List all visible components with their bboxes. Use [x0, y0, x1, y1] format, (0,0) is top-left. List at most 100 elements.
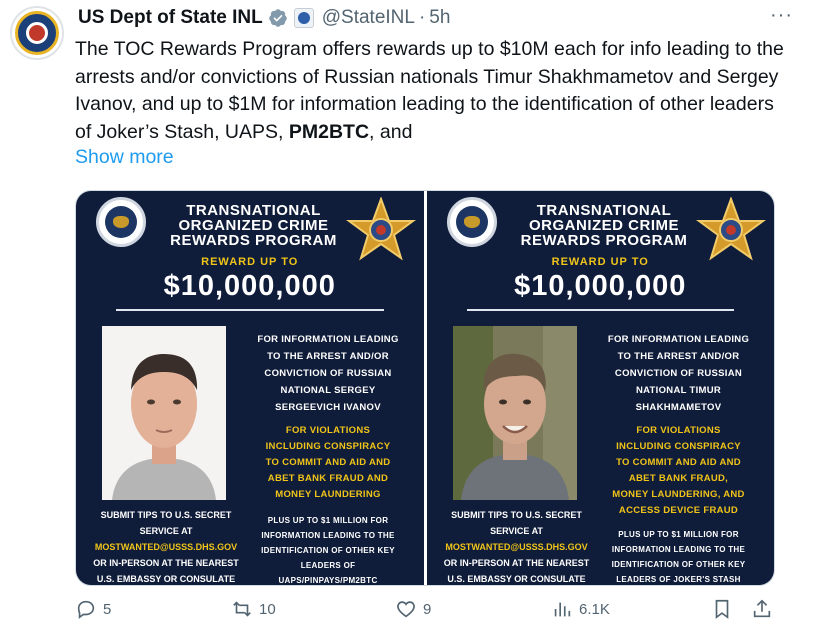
suspect-photo-ivanov [102, 326, 226, 500]
violations-text: FOR VIOLATIONS INCLUDING CONSPIRACY TO C… [587, 423, 771, 519]
tweet-header: US Dept of State INL @StateINL · 5h ··· [78, 4, 793, 32]
plus-line: LEADERS OF JOKER'S STASH [616, 575, 741, 584]
violations-text: FOR VIOLATIONS INCLUDING CONSPIRACY TO C… [236, 423, 420, 503]
like-button[interactable]: 9 [395, 598, 431, 620]
secret-service-star-icon [696, 197, 766, 261]
info-line: SHAKHMAMETOV [635, 402, 722, 413]
violation-line: ABET BANK FRAUD, [628, 473, 729, 484]
violation-line: TO COMMIT AND AID AND [616, 457, 741, 468]
plus-reward-text: PLUS UP TO $1 MILLION FOR INFORMATION LE… [587, 527, 771, 585]
suspect-photo-shakhmametov [452, 326, 577, 500]
poster-title-line: REWARDS PROGRAM [170, 232, 337, 249]
plus-line: INFORMATION LEADING TO THE [611, 545, 746, 554]
violation-line: FOR VIOLATIONS [285, 425, 371, 436]
tips-email: MOSTWANTED@USSS.DHS.GOV [94, 542, 238, 552]
media-grid: TRANSNATIONAL ORGANIZED CRIME REWARDS PR… [75, 190, 775, 586]
plus-reward-text: PLUS UP TO $1 MILLION FOR INFORMATION LE… [236, 513, 420, 585]
heart-icon [397, 601, 415, 618]
poster-title-line: ORGANIZED CRIME [178, 217, 329, 234]
reply-count: 5 [103, 600, 112, 618]
tips-line: SERVICE AT [490, 526, 543, 536]
violation-line: FOR VIOLATIONS [636, 425, 721, 436]
info-line: TO THE ARREST AND/OR [617, 351, 740, 362]
tweet-text-main: The TOC Rewards Program offers rewards u… [75, 38, 784, 143]
info-line: FOR INFORMATION LEADING [257, 334, 399, 345]
poster-title-line: ORGANIZED CRIME [529, 217, 679, 234]
info-line: FOR INFORMATION LEADING [607, 334, 750, 345]
poster-title: TRANSNATIONAL ORGANIZED CRIME REWARDS PR… [166, 203, 341, 248]
violation-line: TO COMMIT AND AID AND [265, 457, 391, 468]
info-text: FOR INFORMATION LEADING TO THE ARREST AN… [587, 331, 771, 416]
share-icon [753, 599, 771, 618]
poster-title: TRANSNATIONAL ORGANIZED CRIME REWARDS PR… [517, 203, 692, 248]
tips-text: SUBMIT TIPS TO U.S. SECRET SERVICE AT MO… [86, 507, 246, 585]
divider [116, 309, 384, 311]
info-text: FOR INFORMATION LEADING TO THE ARREST AN… [236, 331, 420, 416]
reward-amount: $10,000,000 [514, 270, 687, 302]
violation-line: INCLUDING CONSPIRACY [616, 441, 741, 452]
tips-line: SERVICE AT [139, 526, 193, 536]
views-chart-icon [554, 602, 571, 617]
tips-line: SUBMIT TIPS TO U.S. SECRET [451, 510, 582, 520]
tips-line: U.S. EMBASSY OR CONSULATE [96, 574, 236, 584]
views-button[interactable]: 6.1K [551, 598, 610, 620]
more-options-icon[interactable]: ··· [770, 4, 793, 27]
info-line: CONVICTION OF RUSSIAN [264, 368, 392, 379]
tweet-text-bold: PM2BTC [288, 120, 370, 143]
state-department-seal-icon [446, 197, 497, 247]
tips-line: SUBMIT TIPS TO U.S. SECRET [100, 510, 232, 520]
poster-title-line: TRANSNATIONAL [186, 202, 321, 219]
bookmark-icon [715, 599, 729, 619]
tweet-text-tail: , and [369, 120, 413, 143]
show-more-link[interactable]: Show more [75, 146, 174, 169]
violation-line: ACCESS DEVICE FRAUD [618, 505, 739, 516]
tweet-actions: 5 10 9 6.1K [75, 598, 787, 628]
plus-line: PLUS UP TO $1 MILLION FOR [267, 516, 389, 525]
reward-poster-shakhmametov[interactable]: TRANSNATIONAL ORGANIZED CRIME REWARDS PR… [426, 191, 774, 585]
reward-poster-ivanov[interactable]: TRANSNATIONAL ORGANIZED CRIME REWARDS PR… [76, 191, 424, 585]
tips-email: MOSTWANTED@USSS.DHS.GOV [445, 542, 588, 552]
share-button[interactable] [751, 598, 773, 620]
info-line: TO THE ARREST AND/OR [267, 351, 389, 362]
verified-badge-icon[interactable] [268, 8, 288, 28]
avatar[interactable] [10, 6, 64, 60]
repost-icon [233, 601, 251, 617]
reward-up-to-label: REWARD UP TO [201, 256, 299, 268]
timestamp[interactable]: 5h [429, 7, 450, 29]
author-handle[interactable]: @StateINL [322, 7, 415, 29]
info-line: SERGEEVICH IVANOV [275, 402, 381, 413]
state-department-seal-icon [96, 197, 146, 247]
tips-line: U.S. EMBASSY OR CONSULATE [447, 574, 586, 584]
info-line: NATIONAL SERGEY [280, 385, 376, 396]
plus-line: UAPS/PINPAYS/PM2BTC [278, 576, 378, 585]
like-count: 9 [423, 600, 432, 618]
affiliation-badge-icon[interactable] [293, 8, 314, 28]
plus-line: PLUS UP TO $1 MILLION FOR [618, 530, 739, 539]
violation-line: MONEY LAUNDERING, AND [612, 489, 745, 500]
bookmark-button[interactable] [711, 598, 733, 620]
secret-service-star-icon [345, 197, 416, 261]
reply-button[interactable]: 5 [75, 598, 111, 620]
author-name[interactable]: US Dept of State INL [78, 7, 263, 29]
repost-count: 10 [259, 600, 276, 618]
plus-line: LEADERS OF [300, 561, 356, 570]
poster-title-line: TRANSNATIONAL [536, 202, 672, 219]
tips-text: SUBMIT TIPS TO U.S. SECRET SERVICE AT MO… [437, 507, 597, 585]
plus-line: IDENTIFICATION OF OTHER KEY [261, 546, 395, 555]
violation-line: ABET BANK FRAUD AND [267, 473, 389, 484]
divider [466, 309, 734, 311]
violation-line: MONEY LAUNDERING [275, 489, 381, 500]
separator-dot: · [418, 7, 426, 28]
poster-title-line: REWARDS PROGRAM [520, 232, 688, 249]
tips-line: OR IN-PERSON AT THE NEAREST [93, 558, 239, 568]
plus-line: INFORMATION LEADING TO THE [261, 531, 395, 540]
reply-icon [77, 600, 95, 619]
view-count: 6.1K [579, 600, 610, 618]
repost-button[interactable]: 10 [231, 598, 276, 620]
plus-line: IDENTIFICATION OF OTHER KEY [611, 560, 746, 569]
state-inl-seal-icon [15, 11, 59, 55]
tips-line: OR IN-PERSON AT THE NEAREST [443, 558, 590, 568]
reward-up-to-label: REWARD UP TO [551, 256, 649, 268]
info-line: CONVICTION OF RUSSIAN [614, 368, 743, 379]
violation-line: INCLUDING CONSPIRACY [265, 441, 391, 452]
